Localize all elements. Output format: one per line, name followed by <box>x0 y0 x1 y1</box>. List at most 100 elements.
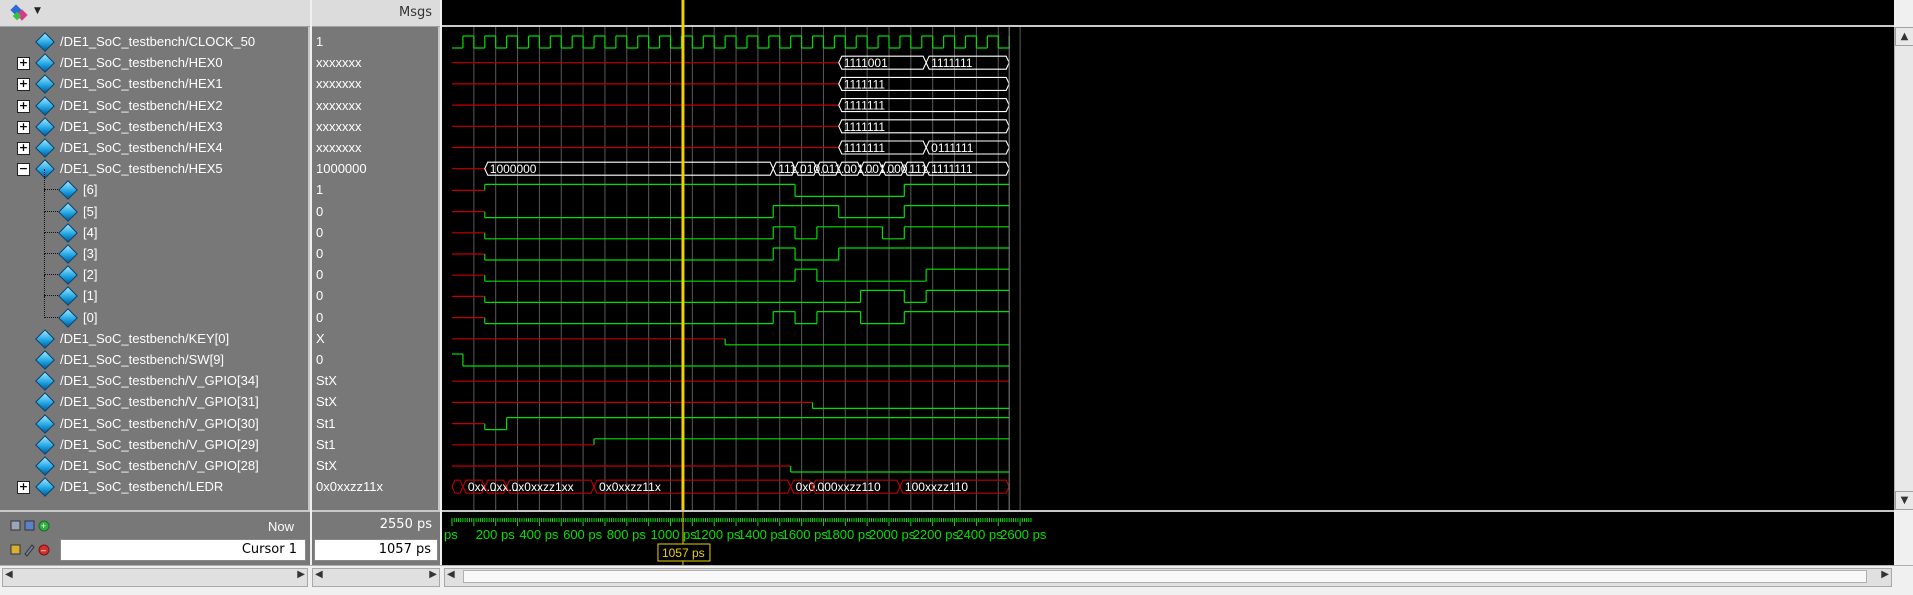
now-label: Now <box>268 519 295 534</box>
signal-name[interactable]: /DE1_SoC_testbench/HEX1 <box>60 73 223 94</box>
signal-name[interactable]: /DE1_SoC_testbench/V_GPIO[30] <box>60 413 259 434</box>
vertical-scrollbar[interactable]: ▲ ▼ <box>1894 27 1913 510</box>
now-value: 2550 ps <box>379 517 432 532</box>
signal-name[interactable]: [6] <box>83 179 97 200</box>
signal-value: xxxxxxx <box>316 97 362 113</box>
signal-value: X <box>316 330 325 346</box>
scroll-left-icon[interactable]: ◀ <box>5 569 13 580</box>
signal-name[interactable]: [0] <box>83 307 97 328</box>
tree-connector <box>44 275 45 297</box>
signal-name[interactable]: /DE1_SoC_testbench/HEX0 <box>60 52 223 73</box>
timeline-ruler[interactable]: ps 200 ps 400 ps 600 ps 800 ps 1000 ps1200 ps… <box>442 512 1894 565</box>
tree-connector <box>44 296 45 318</box>
signal-value: 1 <box>316 182 324 198</box>
cursor-value-field[interactable]: 1057 ps <box>314 539 438 561</box>
bus-value-label: 0111111 <box>931 141 974 155</box>
wave-hscroll-thumb[interactable] <box>463 570 1867 583</box>
timeline-start-label: ps <box>444 527 458 542</box>
bus-value-label: 1111111 <box>844 120 886 134</box>
signal-value: xxxxxxx <box>316 76 362 92</box>
now-toolbar-icons[interactable]: + <box>10 518 60 534</box>
expand-icon[interactable]: + <box>17 57 30 71</box>
expand-icon[interactable]: + <box>17 481 30 495</box>
tree-connector <box>44 190 45 212</box>
signal-name[interactable]: /DE1_SoC_testbench/V_GPIO[31] <box>60 391 259 412</box>
signal-name[interactable]: [3] <box>83 243 97 264</box>
timeline-tick-label: 2200 ps <box>913 527 960 542</box>
bus-value-label: 1000000 <box>490 162 537 176</box>
signal-name[interactable]: /DE1_SoC_testbench/LEDR <box>60 476 223 497</box>
signal-name[interactable]: /DE1_SoC_testbench/V_GPIO[34] <box>60 370 259 391</box>
scroll-left-icon[interactable]: ◀ <box>447 569 455 580</box>
signal-value: 0 <box>316 224 324 240</box>
signal-value: xxxxxxx <box>316 55 362 71</box>
signal-value: xxxxxxx <box>316 140 362 155</box>
bus-value-label: 1111111 <box>844 99 886 113</box>
status-value-pane: 2550 ps 1057 ps <box>312 510 440 565</box>
tree-connector <box>44 254 45 276</box>
scroll-right-icon[interactable]: ▶ <box>297 569 305 580</box>
signal-name[interactable]: [2] <box>83 264 97 285</box>
signal-name[interactable]: /DE1_SoC_testbench/HEX5 <box>60 158 223 179</box>
expand-icon[interactable]: + <box>17 120 30 134</box>
signal-value: 0 <box>316 288 324 304</box>
bus-value-label: 0x0xxzz11x <box>599 480 661 494</box>
bus-value-label: 100xxzz110 <box>905 480 968 494</box>
chevron-down-icon[interactable]: ▼ <box>34 6 41 16</box>
signal-value: St1 <box>316 436 336 452</box>
signal-value: 0 <box>316 352 324 367</box>
timeline-tick-label: 2600 ps <box>1000 527 1047 542</box>
bus-value-label: 0x0xxzz1xx <box>512 480 574 494</box>
cursor-name-field[interactable]: Cursor 1 <box>60 539 306 561</box>
signal-name[interactable]: /DE1_SoC_testbench/SW[9] <box>60 349 224 370</box>
signal-value: StX <box>316 394 337 410</box>
values-hscroll[interactable]: ◀ ▶ <box>312 568 440 587</box>
signal-value: StX <box>316 458 337 473</box>
signal-value: StX <box>316 373 337 389</box>
expand-icon[interactable]: + <box>17 99 30 113</box>
signal-name[interactable]: [1] <box>83 285 97 306</box>
tree-connector <box>44 211 45 233</box>
timeline-tick-label: 800 ps <box>607 527 647 542</box>
timeline-tick-label: 2400 ps <box>956 527 1003 542</box>
signal-name[interactable]: /DE1_SoC_testbench/HEX3 <box>60 116 223 137</box>
signal-name[interactable]: /DE1_SoC_testbench/HEX4 <box>60 137 223 158</box>
names-hscroll[interactable]: ◀ ▶ <box>2 568 308 587</box>
scroll-left-icon[interactable]: ◀ <box>315 569 323 580</box>
expand-icon[interactable]: + <box>17 78 30 92</box>
collapse-icon[interactable]: − <box>17 163 30 177</box>
svg-text:–: – <box>41 545 46 555</box>
expand-icon[interactable]: + <box>17 142 30 155</box>
signal-value: xxxxxxx <box>316 118 362 134</box>
signal-name[interactable]: [5] <box>83 201 97 222</box>
values-header: Msgs <box>312 0 440 27</box>
names-toolbar: ▼ <box>0 0 310 27</box>
bus-segment <box>451 479 464 494</box>
signal-name[interactable]: /DE1_SoC_testbench/CLOCK_50 <box>60 31 255 52</box>
scroll-up-icon[interactable]: ▲ <box>1895 27 1913 46</box>
wave-hscroll[interactable]: ◀ ▶ <box>444 568 1892 587</box>
signal-name[interactable]: [4] <box>83 222 97 243</box>
signal-name[interactable]: /DE1_SoC_testbench/V_GPIO[28] <box>60 455 259 476</box>
status-name-pane: + Now – Cursor 1 <box>0 510 310 565</box>
scroll-down-icon[interactable]: ▼ <box>1895 491 1913 510</box>
horizontal-scrollbar-strip: ◀ ▶ ◀ ▶ ◀ ▶ <box>0 565 1913 587</box>
timeline-tick-label: 1000 ps <box>651 527 698 542</box>
bus-value-label: 1111001 <box>844 56 888 70</box>
signal-value: St1 <box>316 415 336 431</box>
signal-name[interactable]: /DE1_SoC_testbench/HEX2 <box>60 95 223 116</box>
timeline-tick-label: 2000 ps <box>869 527 916 542</box>
waveform-canvas[interactable]: 1111001 1111111 1111111 1111111 1111111 11111… <box>442 0 1894 510</box>
signal-name[interactable]: /DE1_SoC_testbench/KEY[0] <box>60 328 229 349</box>
scroll-right-icon[interactable]: ▶ <box>1881 569 1889 580</box>
signal-value: 1000000 <box>316 161 367 177</box>
timeline-tick-label: 400 ps <box>519 527 559 542</box>
timeline-tick-label: 1400 ps <box>738 527 785 542</box>
timeline-tick-label: 1600 ps <box>782 527 829 542</box>
bus-value-label: 1111111 <box>931 162 973 176</box>
wave-tools-icon[interactable] <box>10 4 32 22</box>
signal-name[interactable]: /DE1_SoC_testbench/V_GPIO[29] <box>60 434 259 455</box>
cursor-toolbar-icons[interactable]: – <box>10 542 60 558</box>
scroll-right-icon[interactable]: ▶ <box>429 569 437 580</box>
signal-value: 0 <box>316 267 324 283</box>
